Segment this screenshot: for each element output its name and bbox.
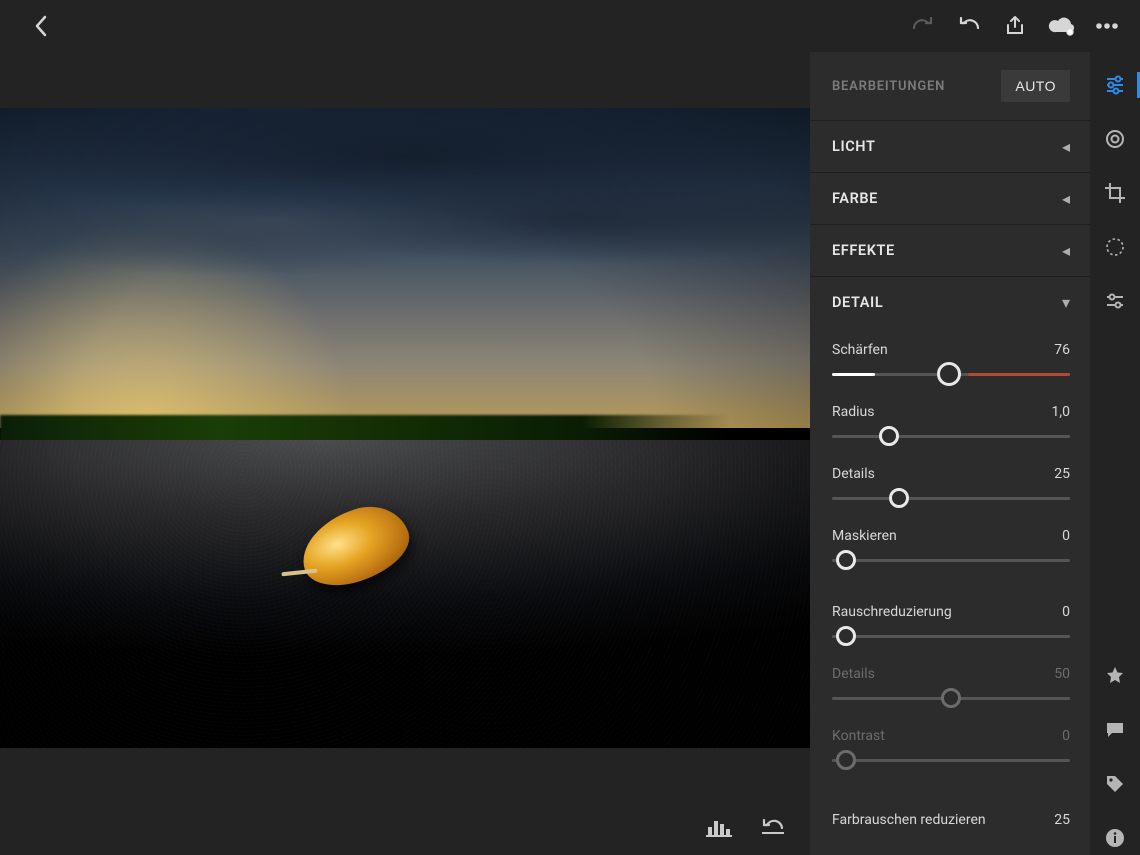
- slider-value: 0: [1062, 604, 1070, 620]
- slider-label: Farbrauschen reduzieren: [832, 812, 986, 828]
- top-bar: [0, 0, 1140, 52]
- tool-crop[interactable]: [1098, 176, 1132, 210]
- chevron-left-icon: ◂: [1062, 189, 1070, 208]
- tool-adjust[interactable]: [1098, 68, 1132, 102]
- slider-label: Maskieren: [832, 528, 897, 544]
- slider-row: Maskieren 0: [832, 528, 1070, 572]
- slider-value: 50: [1054, 666, 1070, 682]
- section-detail-title: DETAIL: [832, 294, 883, 311]
- section-light[interactable]: LICHT ◂: [810, 120, 1090, 172]
- slider-row: Schärfen 76: [832, 342, 1070, 386]
- tool-presets[interactable]: [1098, 122, 1132, 156]
- section-detail[interactable]: DETAIL ▾: [810, 276, 1090, 328]
- tool-rate[interactable]: [1098, 659, 1132, 693]
- chevron-down-icon: ▾: [1062, 293, 1070, 312]
- detail-sliders: Schärfen 76 Radius 1,0 Details 25 Maskieren 0 R…: [810, 328, 1090, 842]
- panel-header-label: BEARBEITUNGEN: [832, 79, 945, 94]
- slider-knob[interactable]: [889, 488, 909, 508]
- slider-value: 25: [1054, 812, 1070, 828]
- section-effects[interactable]: EFFEKTE ◂: [810, 224, 1090, 276]
- tool-radial[interactable]: [1098, 230, 1132, 264]
- slider-knob[interactable]: [937, 362, 961, 386]
- slider-track[interactable]: [832, 424, 1070, 448]
- reset-icon[interactable]: [760, 818, 786, 836]
- slider-value: 1,0: [1052, 404, 1071, 420]
- tool-comment[interactable]: [1098, 713, 1132, 747]
- section-color-title: FARBE: [832, 190, 878, 207]
- slider-label: Schärfen: [832, 342, 888, 358]
- slider-label: Rauschreduzierung: [832, 604, 952, 620]
- chevron-left-icon: ◂: [1062, 137, 1070, 156]
- slider-label: Details: [832, 466, 875, 482]
- slider-knob[interactable]: [941, 688, 961, 708]
- auto-button[interactable]: AUTO: [1001, 70, 1070, 102]
- slider-track[interactable]: [832, 686, 1070, 710]
- share-button[interactable]: [996, 7, 1034, 45]
- app-root: BEARBEITUNGEN AUTO LICHT ◂ FARBE ◂ EFFEK…: [0, 0, 1140, 855]
- slider-value: 0: [1062, 728, 1070, 744]
- slider-knob[interactable]: [836, 750, 856, 770]
- redo-button[interactable]: [904, 7, 942, 45]
- slider-knob[interactable]: [879, 426, 899, 446]
- section-light-title: LICHT: [832, 138, 875, 155]
- canvas-wrap: [0, 52, 810, 855]
- tool-selective[interactable]: [1098, 284, 1132, 318]
- slider-row: Details 50: [832, 666, 1070, 710]
- slider-row: Kontrast 0: [832, 728, 1070, 772]
- back-button[interactable]: [22, 7, 60, 45]
- right-toolbar: [1090, 52, 1140, 855]
- slider-label: Radius: [832, 404, 875, 420]
- panel-header: BEARBEITUNGEN AUTO: [810, 52, 1090, 120]
- photo-preview[interactable]: [0, 108, 810, 748]
- slider-color-noise: Farbrauschen reduzieren 25: [832, 812, 1070, 828]
- slider-track[interactable]: [832, 624, 1070, 648]
- canvas: [0, 56, 810, 799]
- slider-track[interactable]: [832, 362, 1070, 386]
- slider-value: 25: [1054, 466, 1070, 482]
- chevron-left-icon: ◂: [1062, 241, 1070, 260]
- more-button[interactable]: [1088, 7, 1126, 45]
- slider-knob[interactable]: [836, 626, 856, 646]
- slider-label: Details: [832, 666, 875, 682]
- cloud-sync-button[interactable]: [1042, 7, 1080, 45]
- slider-label: Kontrast: [832, 728, 885, 744]
- slider-row: Rauschreduzierung 0: [832, 604, 1070, 648]
- slider-value: 76: [1054, 342, 1070, 358]
- canvas-bottom-bar: [0, 799, 810, 855]
- section-color[interactable]: FARBE ◂: [810, 172, 1090, 224]
- edit-panel: BEARBEITUNGEN AUTO LICHT ◂ FARBE ◂ EFFEK…: [810, 52, 1090, 855]
- slider-knob[interactable]: [836, 550, 856, 570]
- slider-track[interactable]: [832, 748, 1070, 772]
- tool-tag[interactable]: [1098, 767, 1132, 801]
- slider-row: Radius 1,0: [832, 404, 1070, 448]
- tool-info[interactable]: [1098, 821, 1132, 855]
- slider-row: Details 25: [832, 466, 1070, 510]
- section-effects-title: EFFEKTE: [832, 242, 895, 259]
- undo-button[interactable]: [950, 7, 988, 45]
- slider-track[interactable]: [832, 486, 1070, 510]
- main-area: BEARBEITUNGEN AUTO LICHT ◂ FARBE ◂ EFFEK…: [0, 52, 1140, 855]
- slider-value: 0: [1062, 528, 1070, 544]
- slider-track[interactable]: [832, 548, 1070, 572]
- histogram-icon[interactable]: [706, 817, 732, 837]
